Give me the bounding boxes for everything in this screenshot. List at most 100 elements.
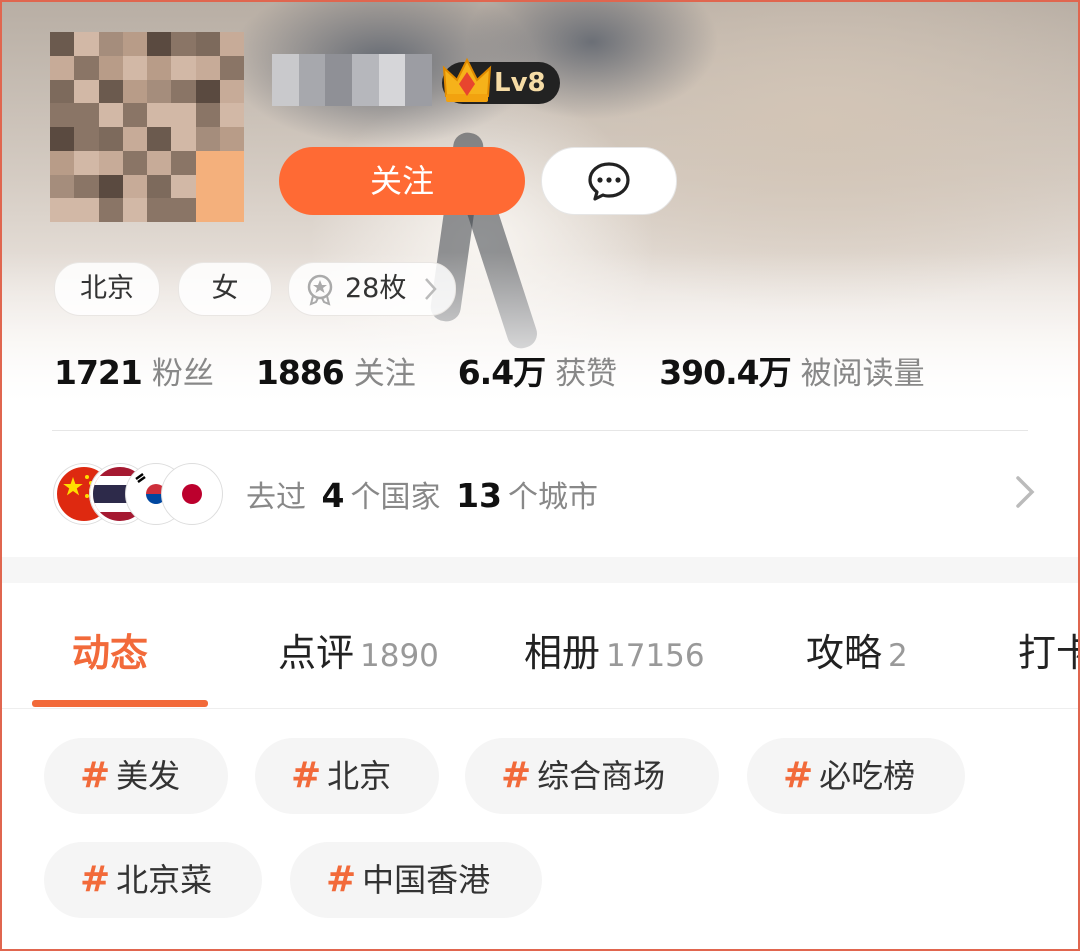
avatar-pixel (147, 79, 172, 104)
badges-chip[interactable]: 28枚 (288, 262, 456, 316)
stat-value: 390.4万 (659, 353, 791, 392)
avatar-pixel (74, 32, 99, 56)
stat-fans[interactable]: 1721 粉丝 (54, 348, 214, 393)
medal-icon (307, 274, 333, 306)
avatar-pixel (171, 79, 196, 104)
travel-country-count: 4 (321, 476, 345, 515)
tab-active-indicator (32, 700, 208, 707)
avatar-pixel (50, 32, 75, 56)
level-badge[interactable]: Lv8 (442, 57, 560, 104)
tab-bar-border (2, 708, 1078, 709)
avatar-pixel (50, 103, 75, 127)
section-gap (2, 557, 1078, 583)
avatar-pixel (122, 103, 147, 127)
avatar-pixel (171, 55, 196, 80)
username-pixel (405, 80, 432, 106)
avatar-pixel (98, 198, 123, 222)
avatar-pixel (219, 32, 244, 56)
level-text: Lv8 (494, 68, 546, 98)
avatar-pixel (50, 150, 75, 175)
topic-tag[interactable]: # 北京 (255, 738, 439, 814)
avatar-pixel (171, 174, 196, 199)
avatar-pixel (50, 55, 75, 80)
avatar-pixel (195, 55, 220, 80)
avatar-pixel (195, 103, 220, 127)
avatar-pixel (98, 79, 123, 104)
hash-icon: # (501, 755, 532, 796)
avatar-pixel (98, 55, 123, 80)
stat-label: 关注 (353, 356, 416, 392)
username-pixel (298, 80, 326, 106)
travel-country-unit: 个国家 (350, 480, 441, 515)
avatar-pixel (98, 103, 123, 127)
tab-dynamics[interactable]: 动态 (72, 622, 148, 677)
username-pixel (298, 54, 326, 80)
avatar-pixel (147, 198, 172, 222)
avatar-pixel (122, 198, 147, 222)
hash-icon: # (291, 755, 322, 796)
topic-label: 综合商场 (537, 757, 666, 795)
avatar-pixel (171, 150, 196, 175)
username-pixel (272, 80, 299, 106)
avatar-pixel (98, 32, 123, 56)
avatar-pixel (219, 150, 244, 175)
username-blurred (272, 54, 432, 106)
username-pixel (325, 54, 352, 80)
tab-label: 攻略 (806, 631, 883, 675)
avatar-pixel (98, 150, 123, 175)
divider (52, 430, 1028, 431)
tab-label: 打卡 (1018, 631, 1078, 675)
travel-summary[interactable]: 去过 4 个国家 13 个城市 (246, 472, 598, 516)
username-pixel (378, 80, 406, 106)
avatar-pixel (50, 79, 75, 104)
avatar-pixel (195, 127, 220, 151)
stat-label: 粉丝 (151, 356, 214, 392)
visited-flags[interactable] (54, 464, 224, 524)
avatar-pixel (147, 127, 172, 151)
stat-value: 6.4万 (457, 353, 546, 392)
stat-likes[interactable]: 6.4万 获赞 (458, 346, 617, 394)
topic-tag[interactable]: # 北京菜 (44, 842, 262, 918)
avatar-pixel (219, 55, 244, 80)
topic-tag[interactable]: # 中国香港 (290, 842, 542, 918)
topic-tag[interactable]: # 美发 (44, 738, 228, 814)
city-chip[interactable]: 北京 (54, 262, 160, 316)
avatar-pixel (122, 127, 147, 151)
tab-reviews[interactable]: 点评 1890 (278, 622, 439, 677)
avatar-pixel (147, 32, 172, 56)
avatar-pixel (122, 79, 147, 104)
stat-label: 获赞 (555, 356, 618, 392)
chat-bubble-icon (588, 162, 630, 201)
avatar-pixel (219, 79, 244, 104)
avatar-pixel (122, 32, 147, 56)
tab-label: 动态 (72, 631, 149, 675)
stat-following[interactable]: 1886 关注 (256, 348, 416, 393)
avatar-pixel (147, 150, 172, 175)
avatar-pixel (171, 127, 196, 151)
travel-city-count: 13 (456, 476, 502, 515)
message-button[interactable] (541, 147, 677, 215)
badges-count: 28枚 (345, 273, 407, 304)
avatar-pixel (195, 32, 220, 56)
avatar-pixel (122, 55, 147, 80)
avatar-pixel (50, 174, 75, 199)
topic-label: 北京菜 (116, 861, 213, 899)
tab-albums[interactable]: 相册 17156 (524, 622, 705, 677)
avatar-pixel (147, 174, 172, 199)
avatar-pixel (98, 174, 123, 199)
chevron-right-icon[interactable] (1010, 472, 1040, 512)
cover-fade (2, 252, 1078, 432)
gender-chip: 女 (178, 262, 272, 316)
stat-reads[interactable]: 390.4万 被阅读量 (659, 346, 924, 394)
topic-tag[interactable]: # 必吃榜 (747, 738, 965, 814)
tab-guides[interactable]: 攻略 2 (806, 622, 908, 677)
topic-tag[interactable]: # 综合商场 (465, 738, 719, 814)
avatar-pixel (74, 174, 99, 199)
username-pixel (351, 80, 379, 106)
crown-icon (442, 57, 492, 102)
avatar-pixel (171, 198, 196, 222)
avatar-pixel (122, 150, 147, 175)
avatar[interactable] (50, 32, 244, 222)
follow-button[interactable]: 关注 (279, 147, 525, 215)
tab-checkin[interactable]: 打卡 (1018, 622, 1078, 677)
